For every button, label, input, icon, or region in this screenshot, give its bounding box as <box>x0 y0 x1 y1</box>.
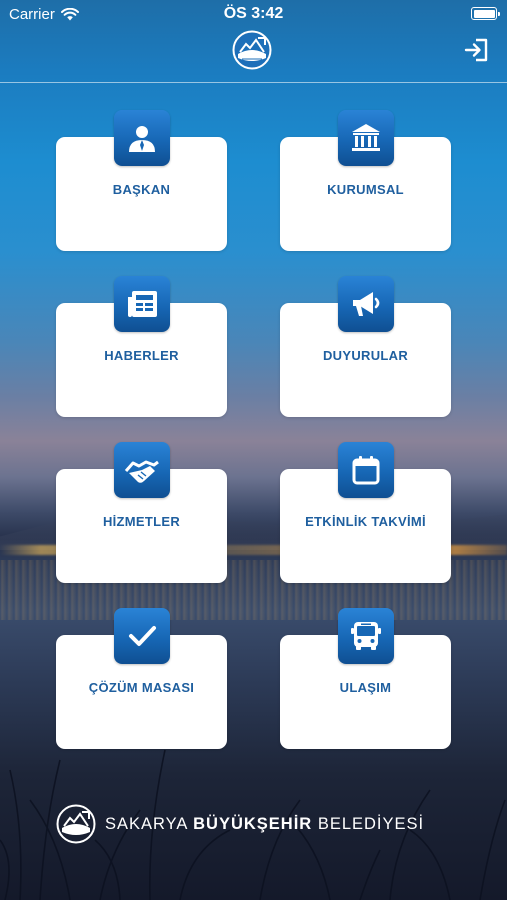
menu-tile-haberler[interactable]: HABERLER <box>56 274 227 418</box>
status-bar: Carrier ÖS 3:42 <box>0 0 507 28</box>
menu-tile-duyurular[interactable]: DUYURULAR <box>280 274 451 418</box>
footer-brand-text: SAKARYA BÜYÜKŞEHİR BELEDİYESİ <box>105 815 424 834</box>
tile-icon-box[interactable] <box>114 442 170 498</box>
tile-label: HİZMETLER <box>102 514 181 529</box>
tile-label: ETKİNLİK TAKVİMİ <box>305 514 426 529</box>
sakarya-logo-icon <box>232 30 272 70</box>
tile-icon-box[interactable] <box>114 276 170 332</box>
menu-tile-cozum-masasi[interactable]: ÇÖZÜM MASASI <box>56 606 227 750</box>
checkmark-icon <box>129 626 156 646</box>
bus-icon <box>351 622 381 650</box>
sakarya-logo-icon <box>56 804 96 844</box>
megaphone-icon <box>353 292 380 316</box>
tile-icon-box[interactable] <box>338 276 394 332</box>
tile-icon-box[interactable] <box>114 110 170 166</box>
app-header <box>0 28 507 83</box>
status-time: ÖS 3:42 <box>223 5 284 22</box>
tile-label: ULAŞIM <box>339 680 392 695</box>
tile-label: ÇÖZÜM MASASI <box>88 680 195 695</box>
person-icon <box>129 126 155 152</box>
tile-icon-box[interactable] <box>338 110 394 166</box>
footer-brand: SAKARYA BÜYÜKŞEHİR BELEDİYESİ <box>56 802 424 846</box>
menu-tile-kurumsal[interactable]: KURUMSAL <box>280 108 451 252</box>
logout-icon[interactable] <box>464 37 490 63</box>
tile-label: DUYURULAR <box>322 348 409 363</box>
footer-brand-part1: SAKARYA <box>105 814 188 833</box>
battery-icon <box>471 7 500 20</box>
tile-label: HABERLER <box>104 348 179 363</box>
newspaper-icon <box>128 291 157 317</box>
footer-brand-part3: BELEDİYESİ <box>317 814 425 833</box>
menu-tile-hizmetler[interactable]: HİZMETLER <box>56 440 227 584</box>
handshake-icon <box>124 460 159 483</box>
footer-brand-part2: BÜYÜKŞEHİR <box>193 814 313 833</box>
institution-icon <box>352 124 380 151</box>
tile-label: BAŞKAN <box>112 182 171 197</box>
tile-icon-box[interactable] <box>114 608 170 664</box>
tile-icon-box[interactable] <box>338 442 394 498</box>
menu-tile-baskan[interactable]: BAŞKAN <box>56 108 227 252</box>
menu-tile-etkinlik-takvimi[interactable]: ETKİNLİK TAKVİMİ <box>280 440 451 584</box>
calendar-icon <box>352 456 380 485</box>
tile-label: KURUMSAL <box>327 182 404 197</box>
tile-icon-box[interactable] <box>338 608 394 664</box>
menu-tile-ulasim[interactable]: ULAŞIM <box>280 606 451 750</box>
